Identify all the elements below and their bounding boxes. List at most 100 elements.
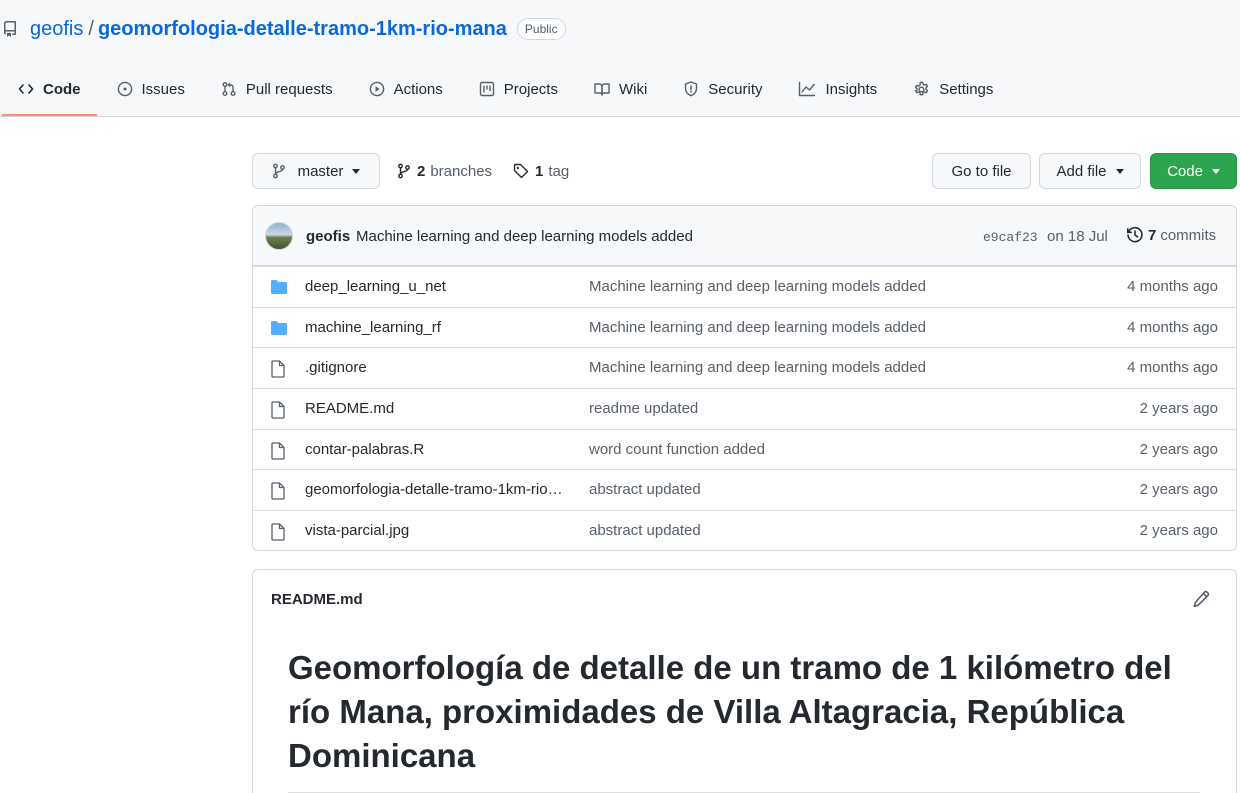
tab-insights[interactable]: Insights [780,66,895,112]
chevron-down-icon [1115,168,1124,174]
file-commit-message-link[interactable]: word count function added [589,441,765,458]
repo-nav-tabs: Code Issues Pull requests Actions Projec… [0,66,1011,116]
branch-name: master [297,162,344,180]
branches-link[interactable]: 2 branches [397,160,492,182]
readme-panel: README.md Geomorfología de detalle de un… [252,569,1237,793]
tab-settings[interactable]: Settings [895,66,1011,112]
file-name-link[interactable]: machine_learning_rf [305,319,573,336]
gear-icon [915,81,929,95]
branches-label: branches [430,162,493,180]
tab-label: Settings [939,80,994,98]
tab-label: Projects [503,80,558,98]
tab-wiki[interactable]: Wiki [576,66,665,112]
shield-icon [685,81,698,97]
repo-name-link[interactable]: geomorfologia-detalle-tramo-1km-rio-mana [98,18,507,41]
code-download-button[interactable]: Code [1150,153,1237,189]
folder-icon [270,320,288,339]
pencil-edit-icon[interactable] [1192,590,1210,611]
chevron-down-icon [352,168,361,174]
tab-label: Code [43,80,81,98]
history-icon [1127,226,1143,243]
file-commit-message-link[interactable]: abstract updated [589,481,701,498]
file-name-link[interactable]: vista-parcial.jpg [305,522,573,539]
file-icon [270,360,286,381]
file-age: 4 months ago [1127,318,1218,336]
add-file-button[interactable]: Add file [1039,153,1141,189]
file-age: 2 years ago [1139,481,1218,499]
commit-date: on 18 Jul [1047,228,1108,245]
avatar[interactable] [265,222,293,250]
tab-projects[interactable]: Projects [461,66,576,112]
file-age: 2 years ago [1139,400,1218,418]
file-row[interactable]: .gitignore Machine learning and deep lea… [253,347,1236,388]
go-to-file-button[interactable]: Go to file [932,153,1031,189]
file-row[interactable]: deep_learning_u_net Machine learning and… [253,266,1236,307]
file-row[interactable]: contar-palabras.R word count function ad… [253,428,1236,470]
file-age: 2 years ago [1139,522,1218,540]
file-row[interactable]: vista-parcial.jpg abstract updated 2 yea… [253,510,1236,550]
tags-count: 1 [535,162,544,180]
file-icon [270,523,286,544]
commit-author-link[interactable]: geofis [306,228,350,245]
file-row[interactable]: machine_learning_rf Machine learning and… [253,306,1236,348]
repo-path-separator: / [88,17,94,40]
readme-heading: Geomorfología de detalle de un tramo de … [288,646,1200,793]
tab-pull-requests[interactable]: Pull requests [203,66,351,112]
tags-link[interactable]: 1 tag [513,160,569,182]
tab-label: Actions [393,80,443,98]
graph-icon [799,81,816,97]
file-age: 4 months ago [1127,278,1218,295]
tab-label: Pull requests [245,80,333,98]
go-to-file-label: Go to file [951,162,1012,180]
file-name-link[interactable]: README.md [305,400,573,417]
tab-security[interactable]: Security [665,66,780,112]
file-row[interactable]: README.md readme updated 2 years ago [253,388,1236,429]
file-commit-message-link[interactable]: Machine learning and deep learning model… [589,359,926,376]
tab-code[interactable]: Code [0,66,99,116]
branch-select-button[interactable]: master [252,153,380,189]
tab-label: Insights [825,80,878,98]
commit-sha-link[interactable]: e9caf23 [983,230,1038,245]
repo-icon [2,19,22,39]
tab-label: Security [708,80,763,98]
tag-icon [513,163,529,179]
file-name-link[interactable]: deep_learning_u_net [305,278,573,295]
tab-actions[interactable]: Actions [351,66,461,112]
file-commit-message-link[interactable]: Machine learning and deep learning model… [589,278,926,295]
file-commit-message-link[interactable]: Machine learning and deep learning model… [589,319,926,336]
file-row[interactable]: geomorfologia-detalle-tramo-1km-rio… abs… [253,469,1236,510]
branches-count: 2 [417,162,426,180]
file-commit-message-link[interactable]: abstract updated [589,522,701,539]
file-commit-message-link[interactable]: readme updated [589,400,698,417]
commit-message-link[interactable]: Machine learning and deep learning model… [356,228,693,245]
file-browser: geofis Machine learning and deep learnin… [252,205,1237,551]
commits-history-link[interactable]: 7 commits [1126,226,1216,244]
add-file-label: Add file [1056,162,1107,180]
file-name-link[interactable]: contar-palabras.R [305,441,573,458]
file-icon [270,401,286,422]
tab-issues[interactable]: Issues [99,66,203,112]
tab-label: Wiki [618,80,648,98]
latest-commit-bar: geofis Machine learning and deep learnin… [253,206,1236,266]
commits-count: 7 [1148,226,1157,244]
repo-owner-link[interactable]: geofis [30,18,83,41]
code-icon [18,84,34,94]
book-icon [594,83,610,96]
readme-filename: README.md [271,591,363,608]
repo-header: geofis / geomorfologia-detalle-tramo-1km… [0,0,1240,117]
file-icon [270,482,286,503]
visibility-badge: Public [516,18,566,40]
branch-icon [272,163,285,179]
branch-icon [398,163,410,179]
commits-label: commits [1160,226,1217,244]
repo-title: geofis / geomorfologia-detalle-tramo-1km… [0,14,566,44]
file-icon [270,442,286,463]
issue-icon [117,81,132,97]
tab-label: Issues [141,80,185,98]
folder-icon [270,279,288,298]
file-age: 2 years ago [1139,440,1218,458]
file-age: 4 months ago [1127,359,1218,377]
file-name-link[interactable]: .gitignore [305,359,573,376]
file-name-link[interactable]: geomorfologia-detalle-tramo-1km-rio… [305,481,573,498]
project-icon [479,81,494,97]
